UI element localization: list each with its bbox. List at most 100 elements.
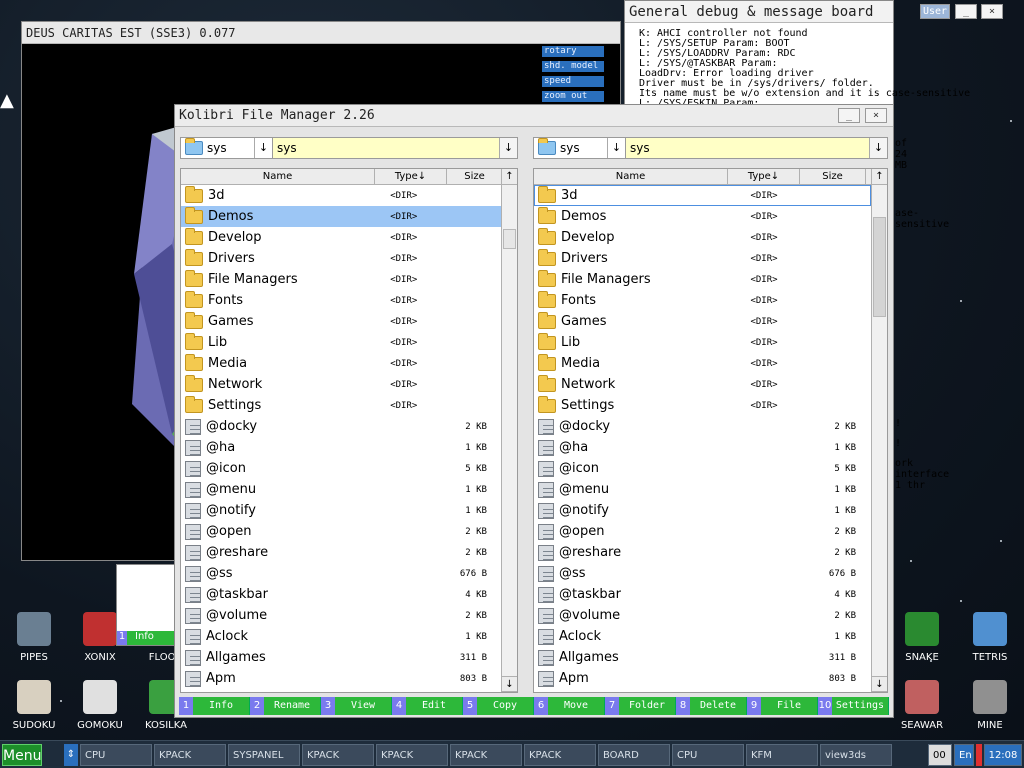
- file-row[interactable]: @notify 1 KB: [534, 500, 871, 521]
- fkey-rename-button[interactable]: 2 Rename: [250, 697, 321, 715]
- menu-button[interactable]: Menu: [2, 743, 42, 766]
- desktop-icon[interactable]: SNAKE: [890, 612, 954, 663]
- taskbar-task-button[interactable]: KFM: [746, 743, 818, 766]
- file-row[interactable]: @menu 1 KB: [534, 479, 871, 500]
- fkey-edit-button[interactable]: 4 Edit: [392, 697, 463, 715]
- desktop-icon[interactable]: PIPES: [2, 612, 66, 663]
- fkey-delete-button[interactable]: 8 Delete: [676, 697, 747, 715]
- file-row[interactable]: @notify 1 KB: [181, 500, 501, 521]
- file-row[interactable]: @ss 676 B: [534, 563, 871, 584]
- column-type[interactable]: Type↓: [375, 169, 447, 184]
- file-row[interactable]: Demos <DIR>: [181, 206, 501, 227]
- file-row[interactable]: 3d <DIR>: [181, 185, 501, 206]
- file-row[interactable]: Media <DIR>: [534, 353, 871, 374]
- clock[interactable]: 12:08: [984, 743, 1022, 766]
- file-row[interactable]: @volume 2 KB: [181, 605, 501, 626]
- file-row[interactable]: File Managers <DIR>: [534, 269, 871, 290]
- column-name[interactable]: Name: [534, 169, 728, 184]
- file-row[interactable]: @taskbar 4 KB: [534, 584, 871, 605]
- file-row[interactable]: 3d <DIR>: [534, 185, 871, 206]
- scroll-down-icon[interactable]: ↓: [502, 676, 517, 692]
- scroll-up-icon[interactable]: ↑: [872, 169, 887, 185]
- chevron-down-icon[interactable]: ↓: [869, 138, 887, 158]
- taskbar-task-button[interactable]: SYSPANEL: [228, 743, 300, 766]
- column-name[interactable]: Name: [181, 169, 375, 184]
- user-button[interactable]: User: [920, 4, 950, 19]
- close-button[interactable]: ×: [865, 108, 887, 123]
- right-file-panel[interactable]: NameType↓Size ↑ 3d <DIR> Demos <DIR> Develop <D…: [533, 168, 888, 693]
- scroll-thumb[interactable]: [873, 217, 886, 317]
- fkey-info-button[interactable]: 1 Info: [179, 697, 250, 715]
- file-row[interactable]: Develop <DIR>: [534, 227, 871, 248]
- file-row[interactable]: Media <DIR>: [181, 353, 501, 374]
- file-row[interactable]: Allgames 311 B: [534, 647, 871, 668]
- file-row[interactable]: Fonts <DIR>: [534, 290, 871, 311]
- file-row[interactable]: Allgames 311 B: [181, 647, 501, 668]
- left-file-panel[interactable]: NameType↓Size↑ 3d <DIR> Demos <DIR> Develop <D…: [180, 168, 518, 693]
- minimize-button[interactable]: _: [955, 4, 977, 19]
- taskbar-task-button[interactable]: CPU: [672, 743, 744, 766]
- demo-info-tab[interactable]: 1 Info: [117, 631, 175, 645]
- fkey-move-button[interactable]: 6 Move: [534, 697, 605, 715]
- file-row[interactable]: Network <DIR>: [181, 374, 501, 395]
- scroll-up-icon[interactable]: ↑: [502, 169, 517, 185]
- file-row[interactable]: Apm 803 B: [181, 668, 501, 689]
- file-row[interactable]: @docky 2 KB: [181, 416, 501, 437]
- file-row[interactable]: @icon 5 KB: [181, 458, 501, 479]
- file-row[interactable]: Aclock 1 KB: [534, 626, 871, 647]
- file-row[interactable]: @ha 1 KB: [181, 437, 501, 458]
- file-row[interactable]: Apm 803 B: [534, 668, 871, 689]
- fkey-file-button[interactable]: 9 File: [747, 697, 818, 715]
- minimize-button[interactable]: _: [838, 108, 860, 123]
- file-row[interactable]: Games <DIR>: [534, 311, 871, 332]
- fkey-settings-button[interactable]: 10 Settings: [818, 697, 889, 715]
- taskbar-task-button[interactable]: BOARD: [598, 743, 670, 766]
- left-path-field[interactable]: sys ↓: [273, 138, 517, 158]
- demo-control-button[interactable]: rotary: [542, 46, 604, 57]
- column-size[interactable]: Size: [447, 169, 503, 184]
- taskbar-task-button[interactable]: CPU: [80, 743, 152, 766]
- file-row[interactable]: @menu 1 KB: [181, 479, 501, 500]
- desktop-icon[interactable]: SEAWAR: [890, 680, 954, 731]
- workspace-switch[interactable]: 00: [928, 743, 952, 766]
- file-row[interactable]: Lib <DIR>: [534, 332, 871, 353]
- file-row[interactable]: @reshare 2 KB: [534, 542, 871, 563]
- right-path-field[interactable]: sys ↓: [626, 138, 887, 158]
- task-scroll-icon[interactable]: ⇕: [64, 743, 78, 766]
- file-row[interactable]: @open 2 KB: [181, 521, 501, 542]
- desktop-icon[interactable]: GOMOKU: [68, 680, 132, 731]
- file-row[interactable]: Fonts <DIR>: [181, 290, 501, 311]
- column-type[interactable]: Type↓: [728, 169, 800, 184]
- fkey-folder-button[interactable]: 7 Folder: [605, 697, 676, 715]
- vertical-scrollbar[interactable]: ↑ ↓: [871, 169, 887, 692]
- file-row[interactable]: Demos <DIR>: [534, 206, 871, 227]
- desktop-icon[interactable]: MINE: [958, 680, 1022, 731]
- file-row[interactable]: @ha 1 KB: [534, 437, 871, 458]
- file-row[interactable]: Settings <DIR>: [534, 395, 871, 416]
- taskbar-task-button[interactable]: KPACK: [302, 743, 374, 766]
- demo-control-button[interactable]: zoom out: [542, 91, 604, 102]
- fkey-copy-button[interactable]: 5 Copy: [463, 697, 534, 715]
- taskbar-task-button[interactable]: KPACK: [450, 743, 522, 766]
- file-row[interactable]: @icon 5 KB: [534, 458, 871, 479]
- file-row[interactable]: Games <DIR>: [181, 311, 501, 332]
- taskbar-task-button[interactable]: KPACK: [154, 743, 226, 766]
- file-row[interactable]: @docky 2 KB: [534, 416, 871, 437]
- taskbar-task-button[interactable]: KPACK: [376, 743, 448, 766]
- chevron-down-icon[interactable]: ↓: [499, 138, 517, 158]
- file-row[interactable]: Develop <DIR>: [181, 227, 501, 248]
- desktop-icon[interactable]: SUDOKU: [2, 680, 66, 731]
- scroll-thumb[interactable]: [503, 229, 516, 249]
- file-row[interactable]: Aclock 1 KB: [181, 626, 501, 647]
- file-row[interactable]: File Managers <DIR>: [181, 269, 501, 290]
- scroll-down-icon[interactable]: ↓: [872, 676, 887, 692]
- taskbar-task-button[interactable]: view3ds: [820, 743, 892, 766]
- language-indicator[interactable]: En: [954, 743, 974, 766]
- column-size[interactable]: Size: [800, 169, 866, 184]
- file-row[interactable]: Network <DIR>: [534, 374, 871, 395]
- file-row[interactable]: Settings <DIR>: [181, 395, 501, 416]
- vertical-scrollbar[interactable]: ↑ ↓: [501, 169, 517, 692]
- file-row[interactable]: @taskbar 4 KB: [181, 584, 501, 605]
- right-drive-select[interactable]: sys ↓: [534, 138, 626, 158]
- file-row[interactable]: Drivers <DIR>: [181, 248, 501, 269]
